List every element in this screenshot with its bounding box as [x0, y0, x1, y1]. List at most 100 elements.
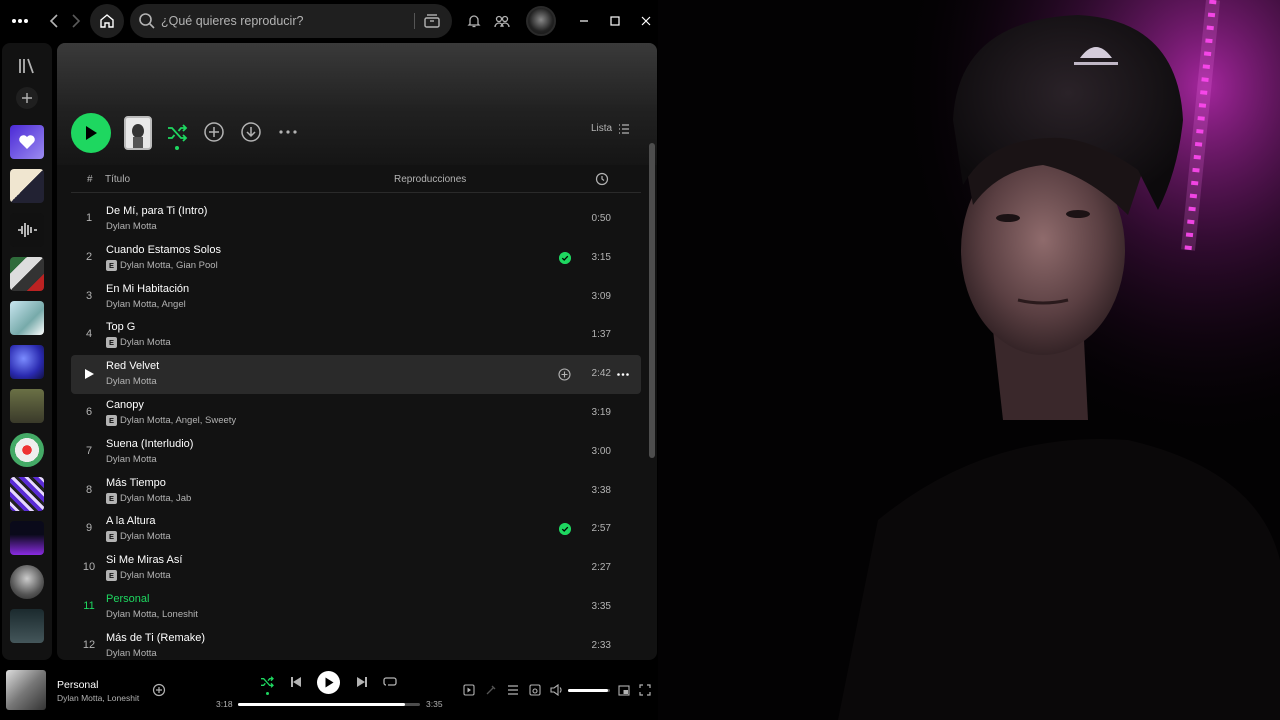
close-icon[interactable] [636, 11, 656, 31]
track-artists-text[interactable]: Dylan Motta [106, 648, 157, 659]
track-artists[interactable]: Dylan Motta, Loneshit [106, 609, 198, 620]
library-icon[interactable] [16, 55, 38, 77]
track-artists-text[interactable]: Dylan Motta, Angel [106, 299, 186, 310]
track-row[interactable]: 3 En Mi Habitación Dylan Motta, Angel 3:09 [71, 278, 641, 317]
track-title[interactable]: Canopy [106, 399, 144, 411]
library-item[interactable] [10, 565, 44, 599]
track-row[interactable]: Red Velvet Dylan Motta 2:42 [71, 355, 641, 395]
volume-slider[interactable] [568, 689, 610, 692]
minimize-icon[interactable] [574, 11, 594, 31]
track-artists[interactable]: Dylan Motta [106, 376, 157, 387]
check-icon[interactable] [559, 523, 571, 536]
menu-dots-icon[interactable] [8, 10, 32, 32]
track-title[interactable]: Top G [106, 321, 135, 333]
add-circle-icon[interactable] [203, 121, 225, 143]
track-row[interactable]: 9 A la Altura E Dylan Motta 2:57 [71, 510, 641, 549]
library-item[interactable] [10, 433, 44, 467]
shuffle-icon[interactable] [259, 674, 275, 690]
library-item[interactable] [10, 389, 44, 423]
track-artists[interactable]: E Dylan Motta, Jab [106, 492, 191, 504]
track-artists[interactable]: Dylan Motta [106, 648, 157, 659]
track-title[interactable]: A la Altura [106, 515, 156, 527]
back-icon[interactable] [44, 10, 64, 32]
liked-songs-item[interactable] [10, 125, 44, 159]
track-artists-text[interactable]: Dylan Motta [120, 570, 171, 581]
track-title[interactable]: Red Velvet [106, 360, 159, 372]
prev-icon[interactable] [288, 674, 304, 690]
volume-icon[interactable] [550, 683, 564, 697]
browse-icon[interactable] [422, 11, 442, 31]
next-icon[interactable] [354, 674, 370, 690]
track-row[interactable]: 1 De Mí, para Ti (Intro) Dylan Motta 0:50 [71, 200, 641, 239]
play-pause-button[interactable] [317, 671, 340, 694]
play-button[interactable] [71, 113, 111, 153]
forward-icon[interactable] [66, 10, 86, 32]
scrollbar[interactable] [649, 143, 655, 458]
track-title[interactable]: Si Me Miras Así [106, 554, 182, 566]
library-item[interactable] [10, 257, 44, 291]
library-item[interactable] [10, 609, 44, 643]
track-artists-text[interactable]: Dylan Motta [106, 376, 157, 387]
search-input[interactable] [161, 4, 411, 38]
track-row[interactable]: 11 Personal Dylan Motta, Loneshit 3:35 [71, 588, 641, 627]
more-icon[interactable] [616, 368, 630, 381]
track-artists-text[interactable]: Dylan Motta, Jab [120, 493, 191, 504]
lyrics-icon[interactable] [484, 683, 498, 697]
miniplayer-icon[interactable] [617, 683, 631, 697]
add-circle-icon[interactable] [558, 368, 571, 381]
track-artists-text[interactable]: Dylan Motta, Gian Pool [120, 260, 218, 271]
track-artists-text[interactable]: Dylan Motta, Loneshit [106, 609, 198, 620]
track-row[interactable]: 6 Canopy E Dylan Motta, Angel, Sweety 3:19 [71, 394, 641, 433]
track-title[interactable]: Más Tiempo [106, 477, 166, 489]
view-toggle[interactable]: Lista [591, 123, 630, 134]
friends-icon[interactable] [492, 11, 512, 31]
fullscreen-icon[interactable] [638, 683, 652, 697]
header-title[interactable]: Título [105, 174, 130, 185]
track-artists-text[interactable]: Dylan Motta [106, 454, 157, 465]
track-title[interactable]: Más de Ti (Remake) [106, 632, 205, 644]
track-row[interactable]: 12 Más de Ti (Remake) Dylan Motta 2:33 [71, 627, 641, 660]
home-button[interactable] [90, 4, 124, 38]
library-item[interactable] [10, 169, 44, 203]
add-circle-icon[interactable] [152, 683, 166, 697]
track-artists[interactable]: Dylan Motta, Angel [106, 299, 186, 310]
track-row[interactable]: 4 Top G E Dylan Motta 1:37 [71, 316, 641, 355]
track-artists[interactable]: Dylan Motta [106, 221, 157, 232]
repeat-icon[interactable] [382, 674, 398, 690]
check-icon[interactable] [559, 251, 571, 264]
library-item[interactable] [10, 301, 44, 335]
track-artists[interactable]: E Dylan Motta [106, 531, 171, 543]
track-row[interactable]: 7 Suena (Interludio) Dylan Motta 3:00 [71, 433, 641, 472]
now-playing-artists[interactable]: Dylan Motta, Loneshit [57, 693, 139, 703]
maximize-icon[interactable] [605, 11, 625, 31]
download-icon[interactable] [240, 121, 262, 143]
now-playing-cover[interactable] [6, 670, 46, 710]
bell-icon[interactable] [464, 11, 484, 31]
track-title[interactable]: Cuando Estamos Solos [106, 244, 221, 256]
track-artists-text[interactable]: Dylan Motta [106, 221, 157, 232]
track-title[interactable]: Personal [106, 593, 149, 605]
track-artists[interactable]: E Dylan Motta, Angel, Sweety [106, 415, 236, 426]
now-playing-view-icon[interactable] [462, 683, 476, 697]
library-item[interactable] [10, 213, 44, 247]
library-item[interactable] [10, 521, 44, 555]
clock-icon[interactable] [595, 172, 609, 186]
track-artists-text[interactable]: Dylan Motta, Angel, Sweety [120, 415, 236, 426]
track-artists[interactable]: E Dylan Motta, Gian Pool [106, 259, 218, 271]
track-title[interactable]: De Mí, para Ti (Intro) [106, 205, 207, 217]
progress-bar[interactable] [238, 703, 420, 706]
header-plays[interactable]: Reproducciones [394, 174, 466, 185]
track-artists[interactable]: E Dylan Motta [106, 337, 171, 349]
avatar[interactable] [526, 6, 556, 36]
track-title[interactable]: Suena (Interludio) [106, 438, 193, 450]
library-item[interactable] [10, 477, 44, 511]
create-playlist-button[interactable] [16, 87, 38, 109]
queue-icon[interactable] [506, 683, 520, 697]
track-row[interactable]: 10 Si Me Miras Así E Dylan Motta 2:27 [71, 549, 641, 588]
track-row[interactable]: 8 Más Tiempo E Dylan Motta, Jab 3:38 [71, 472, 641, 511]
track-title[interactable]: En Mi Habitación [106, 283, 189, 295]
track-artists-text[interactable]: Dylan Motta [120, 337, 171, 348]
library-item[interactable] [10, 345, 44, 379]
shuffle-icon[interactable] [165, 121, 189, 145]
track-artists[interactable]: Dylan Motta [106, 454, 157, 465]
